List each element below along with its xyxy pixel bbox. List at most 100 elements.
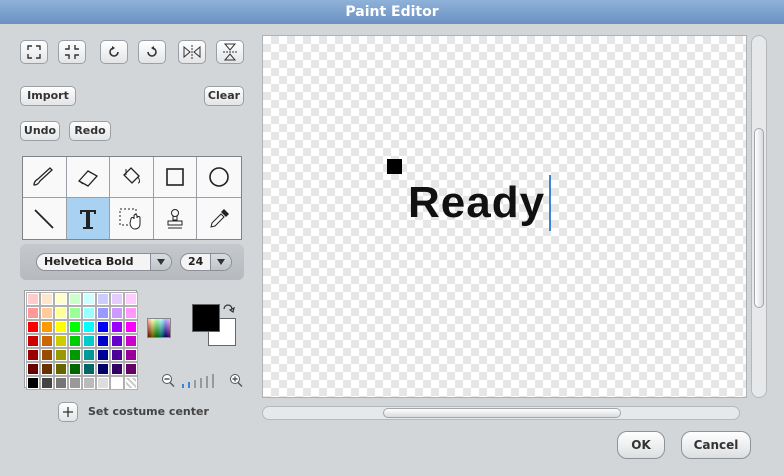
color-swatch[interactable]: [68, 334, 82, 348]
zoom-level-indicator[interactable]: [180, 373, 222, 389]
drawing-canvas[interactable]: Ready: [262, 35, 747, 398]
color-swatch[interactable]: [124, 334, 138, 348]
font-name-select[interactable]: Helvetica Bold: [36, 253, 172, 271]
text-tool[interactable]: [66, 198, 111, 239]
color-swatch[interactable]: [40, 348, 54, 362]
color-swatch[interactable]: [124, 306, 138, 320]
line-tool[interactable]: [23, 198, 67, 239]
color-swatch[interactable]: [110, 292, 124, 306]
stamp-tool[interactable]: [153, 198, 198, 239]
color-swatch[interactable]: [54, 362, 68, 376]
color-swatch[interactable]: [68, 292, 82, 306]
color-swatch[interactable]: [82, 334, 96, 348]
color-swatch[interactable]: [40, 362, 54, 376]
rotate-right-icon[interactable]: [138, 40, 166, 64]
paintbrush-tool[interactable]: [23, 157, 67, 198]
eraser-tool[interactable]: [66, 157, 111, 198]
set-costume-center-button[interactable]: [58, 402, 78, 422]
color-swatch[interactable]: [124, 292, 138, 306]
color-swatch[interactable]: [68, 376, 82, 390]
zoom-in-icon[interactable]: [228, 373, 244, 394]
color-swatch[interactable]: [54, 376, 68, 390]
eyedropper-tool[interactable]: [197, 198, 241, 239]
font-size-select[interactable]: 24: [180, 253, 232, 271]
color-swatch[interactable]: [82, 376, 96, 390]
color-swatch[interactable]: [82, 348, 96, 362]
color-swatch[interactable]: [82, 320, 96, 334]
vertical-scroll-thumb[interactable]: [754, 128, 764, 308]
color-swatch[interactable]: [54, 334, 68, 348]
color-swatch[interactable]: [82, 306, 96, 320]
foreground-color-swatch[interactable]: [192, 304, 220, 332]
color-swatch[interactable]: [96, 362, 110, 376]
color-swatch[interactable]: [96, 320, 110, 334]
color-swatch[interactable]: [124, 362, 138, 376]
color-swatch[interactable]: [54, 320, 68, 334]
canvas-text[interactable]: Ready: [408, 178, 545, 228]
color-swatch[interactable]: [82, 292, 96, 306]
grow-icon[interactable]: [20, 40, 48, 64]
color-swatch[interactable]: [40, 320, 54, 334]
color-swatch[interactable]: [26, 292, 40, 306]
chevron-down-icon: [210, 254, 231, 270]
color-swatch[interactable]: [40, 376, 54, 390]
color-swatch[interactable]: [68, 362, 82, 376]
text-icon: [79, 209, 96, 229]
font-options-bar: Helvetica Bold 24: [20, 244, 244, 280]
color-swatch[interactable]: [110, 320, 124, 334]
color-swatch[interactable]: [40, 306, 54, 320]
import-button[interactable]: Import: [20, 86, 76, 106]
ok-button[interactable]: OK: [617, 431, 665, 459]
undo-button[interactable]: Undo: [20, 121, 60, 141]
color-swatch[interactable]: [54, 306, 68, 320]
eraser-icon: [77, 170, 98, 187]
rectangle-tool[interactable]: [153, 157, 198, 198]
shrink-icon[interactable]: [58, 40, 86, 64]
color-swatch[interactable]: [68, 306, 82, 320]
color-swatch[interactable]: [26, 334, 40, 348]
color-swatch[interactable]: [124, 320, 138, 334]
color-swatch[interactable]: [26, 362, 40, 376]
ellipse-tool[interactable]: [197, 157, 241, 198]
color-swatch[interactable]: [26, 348, 40, 362]
horizontal-scrollbar[interactable]: [262, 406, 740, 420]
color-swatch[interactable]: [110, 348, 124, 362]
color-swatch[interactable]: [40, 334, 54, 348]
window-title: Paint Editor: [0, 0, 784, 24]
select-tool[interactable]: [110, 198, 154, 239]
color-swatch[interactable]: [124, 348, 138, 362]
color-swatch[interactable]: [96, 348, 110, 362]
flip-vertical-icon[interactable]: [216, 40, 244, 64]
color-swatch[interactable]: [110, 362, 124, 376]
color-swatch[interactable]: [54, 292, 68, 306]
text-anchor-handle[interactable]: [387, 159, 402, 174]
color-swatch[interactable]: [26, 306, 40, 320]
vertical-scrollbar[interactable]: [751, 35, 767, 398]
color-swatch[interactable]: [68, 348, 82, 362]
color-swatch[interactable]: [110, 306, 124, 320]
color-swatch[interactable]: [26, 376, 40, 390]
stamp-icon: [167, 208, 183, 228]
rotate-left-icon[interactable]: [100, 40, 128, 64]
color-swatch[interactable]: [54, 348, 68, 362]
swap-colors-icon[interactable]: [222, 304, 236, 323]
flip-horizontal-icon[interactable]: [178, 40, 206, 64]
zoom-out-icon[interactable]: [160, 373, 176, 394]
color-swatch[interactable]: [96, 376, 110, 390]
color-swatch[interactable]: [26, 320, 40, 334]
cancel-button[interactable]: Cancel: [681, 431, 751, 459]
horizontal-scroll-thumb[interactable]: [383, 408, 621, 418]
color-swatch[interactable]: [96, 292, 110, 306]
color-swatch[interactable]: [96, 306, 110, 320]
color-swatch[interactable]: [110, 334, 124, 348]
color-picker-button[interactable]: [147, 318, 171, 338]
redo-button[interactable]: Redo: [69, 121, 111, 141]
color-swatch[interactable]: [96, 334, 110, 348]
color-swatch[interactable]: [68, 320, 82, 334]
color-swatch[interactable]: [82, 362, 96, 376]
clear-button[interactable]: Clear: [204, 86, 244, 106]
fill-tool[interactable]: [110, 157, 154, 198]
color-swatch[interactable]: [124, 376, 138, 390]
color-swatch[interactable]: [40, 292, 54, 306]
color-swatch[interactable]: [110, 376, 124, 390]
